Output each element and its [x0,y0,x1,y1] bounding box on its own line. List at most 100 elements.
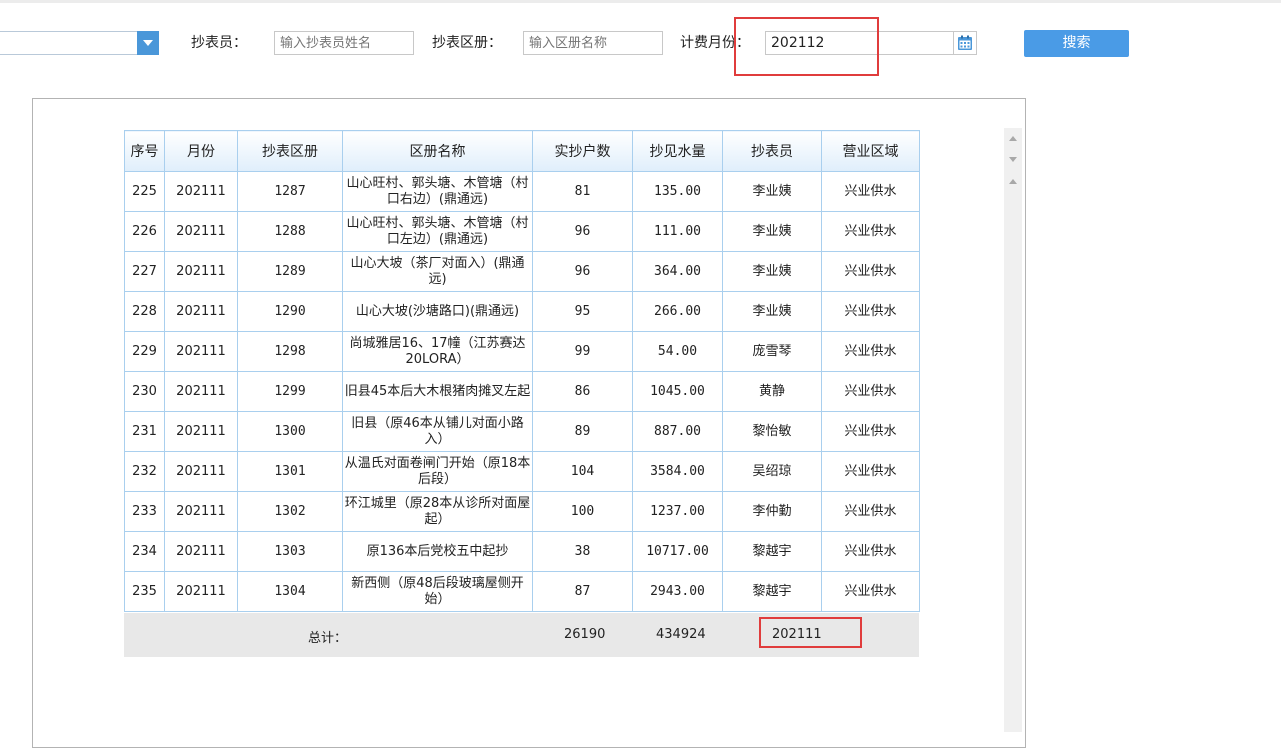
cell-region: 兴业供水 [821,371,920,412]
cell-district-name: 环江城里（原28本从诊所对面屋起） [342,491,533,532]
cell-month: 202111 [164,371,238,412]
table-row[interactable]: 226 202111 1288 山心旺村、郭头塘、木管塘（村口左边）(鼎通远) … [124,211,920,252]
table-row[interactable]: 231 202111 1300 旧县（原46本从铺儿对面小路入） 89 887.… [124,411,920,452]
cell-month: 202111 [164,411,238,452]
cell-region: 兴业供水 [821,291,920,332]
cell-district-code: 1288 [237,211,343,252]
table-row[interactable]: 227 202111 1289 山心大坡（茶厂对面入）(鼎通远) 96 364.… [124,251,920,292]
cell-households: 89 [532,411,633,452]
cell-reader: 黎越宇 [722,531,822,572]
col-header-region[interactable]: 营业区域 [821,130,920,172]
cell-households: 81 [532,171,633,212]
table-row[interactable]: 228 202111 1290 山心大坡(沙塘路口)(鼎通远) 95 266.0… [124,291,920,332]
cell-volume: 364.00 [632,251,723,292]
scroll-down-icon[interactable] [1009,157,1017,162]
top-divider [0,0,1281,3]
cell-reader: 李业姨 [722,211,822,252]
cell-region: 兴业供水 [821,411,920,452]
col-header-index[interactable]: 序号 [124,130,165,172]
cell-district-code: 1289 [237,251,343,292]
cell-reader: 黎越宇 [722,571,822,612]
totals-label: 总计： [308,631,348,646]
cell-region: 兴业供水 [821,251,920,292]
cell-region: 兴业供水 [821,171,920,212]
cell-volume: 266.00 [632,291,723,332]
cell-index: 234 [124,531,165,572]
cell-district-code: 1302 [237,491,343,532]
cell-district-name: 山心大坡（茶厂对面入）(鼎通远) [342,251,533,292]
cell-reader: 黄静 [722,371,822,412]
table-row[interactable]: 229 202111 1298 尚城雅居16、17幢（江苏赛达20LORA） 9… [124,331,920,372]
area-select[interactable] [0,31,158,55]
cell-month: 202111 [164,291,238,332]
cell-district-code: 1303 [237,531,343,572]
district-label: 抄表区册： [432,35,502,51]
reader-input[interactable] [274,31,414,55]
table-row[interactable]: 233 202111 1302 环江城里（原28本从诊所对面屋起） 100 12… [124,491,920,532]
cell-region: 兴业供水 [821,331,920,372]
cell-district-code: 1290 [237,291,343,332]
area-select-dropdown-button[interactable] [137,31,159,55]
table-row[interactable]: 235 202111 1304 新西侧（原48后段玻璃屋侧开始） 87 2943… [124,571,920,612]
col-header-volume[interactable]: 抄见水量 [632,130,723,172]
report-scrollbar[interactable] [1004,128,1022,732]
cell-district-code: 1301 [237,451,343,492]
cell-volume: 3584.00 [632,451,723,492]
cell-volume: 10717.00 [632,531,723,572]
cell-households: 100 [532,491,633,532]
cell-district-code: 1287 [237,171,343,212]
cell-index: 225 [124,171,165,212]
table-row[interactable]: 232 202111 1301 从温氏对面卷闸门开始（原18本后段） 104 3… [124,451,920,492]
totals-volume: 434924 [656,627,706,642]
table-header-row: 序号 月份 抄表区册 区册名称 实抄户数 抄见水量 抄表员 营业区域 [124,130,920,172]
cell-households: 104 [532,451,633,492]
cell-district-name: 原136本后党校五中起抄 [342,531,533,572]
table-row[interactable]: 230 202111 1299 旧县45本后大木根猪肉摊叉左起 86 1045.… [124,371,920,412]
col-header-district-name[interactable]: 区册名称 [342,130,533,172]
cell-month: 202111 [164,451,238,492]
cell-district-name: 山心旺村、郭头塘、木管塘（村口左边）(鼎通远) [342,211,533,252]
district-input[interactable] [523,31,663,55]
cell-month: 202111 [164,531,238,572]
month-highlight-box [734,17,879,76]
cell-district-name: 旧县（原46本从铺儿对面小路入） [342,411,533,452]
col-header-reader[interactable]: 抄表员 [722,130,822,172]
calendar-button[interactable] [953,31,977,55]
cell-district-name: 尚城雅居16、17幢（江苏赛达20LORA） [342,331,533,372]
table-row[interactable]: 225 202111 1287 山心旺村、郭头塘、木管塘（村口右边）(鼎通远) … [124,171,920,212]
cell-volume: 54.00 [632,331,723,372]
cell-district-code: 1300 [237,411,343,452]
cell-region: 兴业供水 [821,211,920,252]
col-header-households[interactable]: 实抄户数 [532,130,633,172]
cell-index: 235 [124,571,165,612]
scroll-top-icon[interactable] [1009,179,1017,184]
cell-district-code: 1298 [237,331,343,372]
cell-reader: 李业姨 [722,291,822,332]
cell-index: 231 [124,411,165,452]
cell-index: 229 [124,331,165,372]
scroll-up-icon[interactable] [1009,136,1017,141]
cell-district-name: 新西侧（原48后段玻璃屋侧开始） [342,571,533,612]
calendar-icon [958,35,972,50]
cell-district-name: 山心大坡(沙塘路口)(鼎通远) [342,291,533,332]
cell-district-name: 旧县45本后大木根猪肉摊叉左起 [342,371,533,412]
table-row[interactable]: 234 202111 1303 原136本后党校五中起抄 38 10717.00… [124,531,920,572]
cell-index: 233 [124,491,165,532]
totals-households: 26190 [564,627,606,642]
totals-month-highlight-box [759,617,862,648]
chevron-down-icon [143,40,153,46]
cell-households: 99 [532,331,633,372]
col-header-month[interactable]: 月份 [164,130,238,172]
cell-volume: 135.00 [632,171,723,212]
cell-index: 226 [124,211,165,252]
cell-volume: 1237.00 [632,491,723,532]
cell-reader: 黎怡敏 [722,411,822,452]
cell-reader: 吴绍琼 [722,451,822,492]
col-header-district-code[interactable]: 抄表区册 [237,130,343,172]
cell-reader: 庞雪琴 [722,331,822,372]
cell-index: 232 [124,451,165,492]
cell-reader: 李仲勤 [722,491,822,532]
cell-region: 兴业供水 [821,571,920,612]
cell-households: 95 [532,291,633,332]
search-button[interactable]: 搜索 [1024,30,1129,57]
